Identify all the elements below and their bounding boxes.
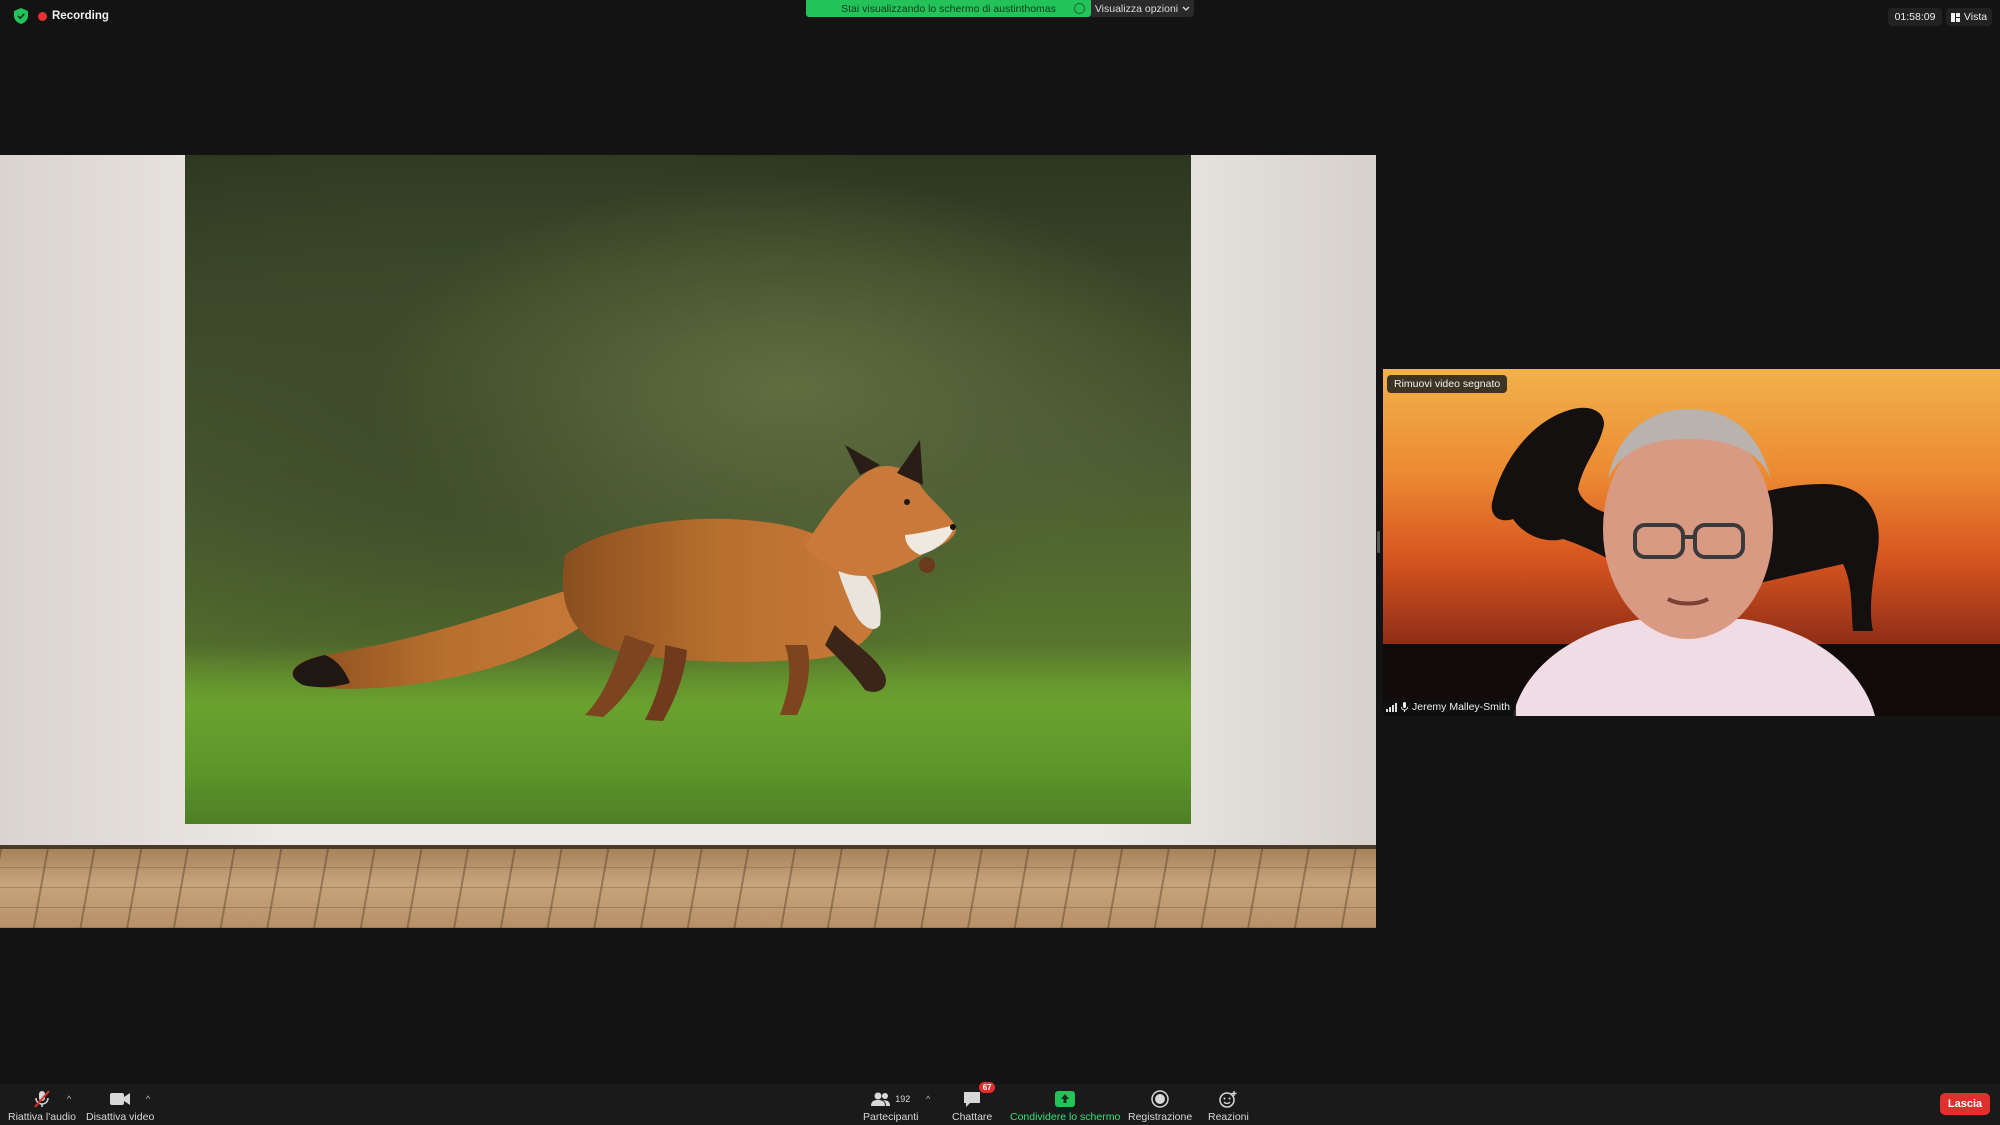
unmute-button[interactable]: Riattiva l'audio xyxy=(8,1088,76,1123)
view-label: Vista xyxy=(1963,11,1988,23)
chat-bubble-icon: 67 xyxy=(962,1082,996,1110)
participants-options-caret-icon[interactable]: ^ xyxy=(926,1094,930,1104)
share-screen-button[interactable]: Condividere lo schermo xyxy=(1010,1088,1120,1123)
recording-label: Recording xyxy=(52,10,109,22)
mic-off-icon xyxy=(32,1088,52,1110)
participants-count: 192 xyxy=(895,1094,911,1104)
share-banner-text: Stai visualizzando lo schermo di austint… xyxy=(841,2,1056,15)
meeting-timer: 01:58:09 xyxy=(1888,8,1942,26)
view-options-button[interactable]: Visualizza opzioni xyxy=(1091,0,1194,17)
wood-floor xyxy=(0,849,1376,928)
stop-video-button[interactable]: Disattiva video xyxy=(86,1088,154,1123)
view-button[interactable]: Vista xyxy=(1946,8,1992,26)
stop-video-label: Disattiva video xyxy=(86,1111,155,1123)
participants-icon: 192 xyxy=(871,1088,910,1110)
participant-name-tag: Jeremy Malley-Smith xyxy=(1383,698,1517,716)
leave-meeting-button[interactable]: Lascia xyxy=(1940,1093,1990,1115)
participant-video-tile[interactable]: Rimuovi video segnato Jeremy Malley-Smit… xyxy=(1383,369,2000,716)
mic-muted-icon xyxy=(1401,702,1408,712)
share-screen-icon xyxy=(1055,1088,1076,1110)
security-shield-icon[interactable] xyxy=(14,8,28,24)
record-icon xyxy=(1151,1088,1169,1110)
video-options-caret-icon[interactable]: ^ xyxy=(146,1094,150,1104)
reactions-label: Reazioni xyxy=(1208,1111,1249,1123)
layout-view-icon xyxy=(1950,12,1960,22)
record-label: Registrazione xyxy=(1128,1111,1193,1123)
view-options-label: Visualizza opzioni xyxy=(1094,2,1179,15)
recording-dot-icon xyxy=(38,11,47,21)
chat-unread-badge: 67 xyxy=(979,1082,996,1093)
sunset-background xyxy=(1383,407,2000,716)
share-status-icon xyxy=(1074,3,1085,14)
audio-options-caret-icon[interactable]: ^ xyxy=(67,1094,71,1104)
meeting-toolbar: Riattiva l'audio ^ Disattiva video ^ 192… xyxy=(0,1082,2000,1125)
record-button[interactable]: Registrazione xyxy=(1128,1088,1192,1123)
reactions-button[interactable]: Reazioni xyxy=(1208,1088,1249,1123)
remove-pinned-video-button[interactable]: Rimuovi video segnato xyxy=(1387,375,1508,393)
chat-label: Chattare xyxy=(952,1111,993,1123)
video-camera-icon xyxy=(109,1088,131,1110)
unmute-label: Riattiva l'audio xyxy=(8,1111,76,1123)
fox-photo xyxy=(185,155,1191,824)
shared-screen[interactable] xyxy=(0,155,1376,928)
recording-indicator[interactable]: Recording xyxy=(38,10,109,22)
participant-name: Jeremy Malley-Smith xyxy=(1412,701,1511,713)
participants-button[interactable]: 192 Partecipanti xyxy=(863,1088,918,1123)
smiley-plus-icon xyxy=(1218,1088,1238,1110)
fox-illustration xyxy=(292,440,956,721)
zoom-meeting-window: Recording Stai visualizzando lo schermo … xyxy=(0,0,2000,1125)
panel-resize-handle[interactable] xyxy=(1377,531,1380,553)
connection-signal-icon xyxy=(1386,702,1397,712)
share-screen-label: Condividere lo schermo xyxy=(1010,1111,1121,1123)
participants-label: Partecipanti xyxy=(863,1111,919,1123)
chevron-down-icon xyxy=(1182,6,1190,11)
chat-button[interactable]: 67 Chattare xyxy=(952,1082,996,1123)
top-left-status: Recording xyxy=(14,8,109,24)
screen-share-banner: Stai visualizzando lo schermo di austint… xyxy=(806,0,1091,17)
